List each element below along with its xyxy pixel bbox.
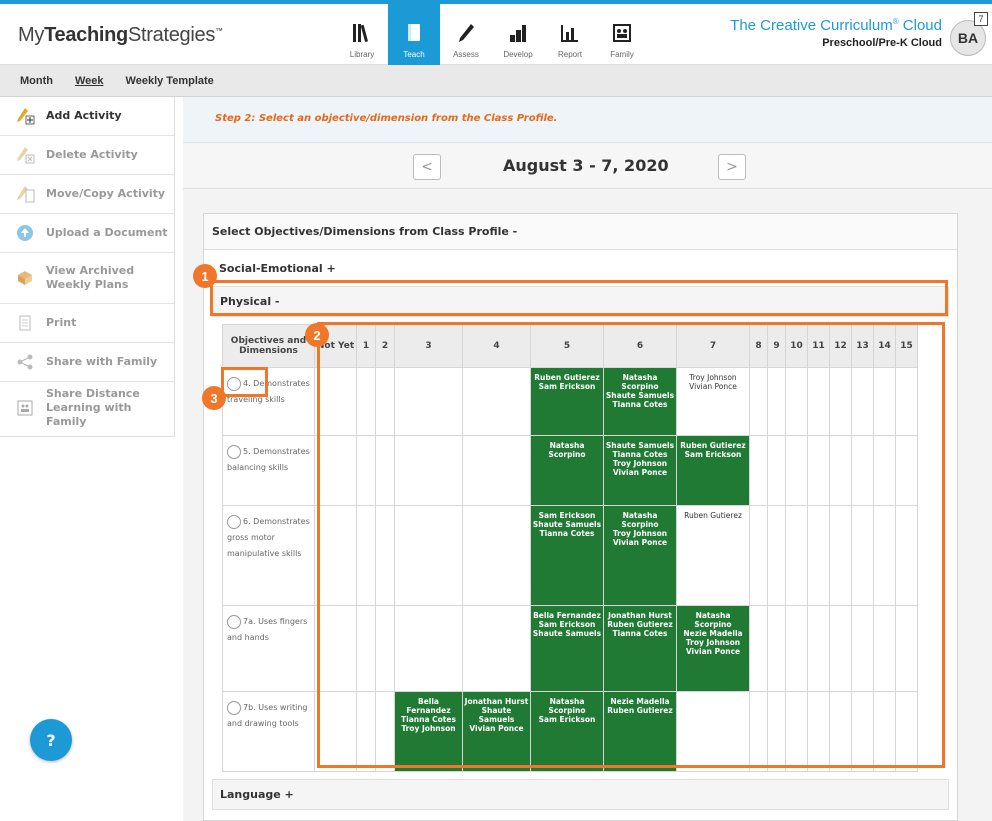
objective-cell[interactable]: 6. Demonstrates gross motor manipulative… — [222, 505, 315, 606]
nav-tab-assess[interactable]: Assess — [440, 4, 492, 65]
top-bar: MyTeachingStrategies™ Library Teach Asse… — [0, 0, 992, 65]
nav-label: Develop — [503, 50, 533, 59]
delete-activity-icon — [14, 144, 36, 166]
library-icon — [353, 24, 369, 42]
date-range: August 3 - 7, 2020 — [503, 156, 669, 175]
logo-tm: ™ — [215, 26, 223, 36]
nav-label: Teach — [403, 50, 425, 59]
tab-week[interactable]: Week — [75, 75, 104, 87]
callout-number-1: 1 — [193, 264, 217, 288]
step-text: Step 2: Select an objective/dimension fr… — [215, 113, 558, 124]
sidebar-item-distance-learning[interactable]: Share Distance Learning with Family — [0, 382, 174, 433]
callout-box-physical — [210, 280, 948, 316]
section-language[interactable]: Language + — [212, 779, 949, 810]
logo-prefix: My — [18, 24, 45, 46]
nav-label: Family — [610, 50, 634, 59]
next-week-button[interactable]: > — [718, 154, 746, 180]
objective-radio[interactable] — [227, 445, 241, 459]
sidebar-item-add-activity[interactable]: Add Activity — [0, 97, 174, 136]
family-icon — [613, 24, 631, 42]
brand: The Creative Curriculum® Cloud Preschool… — [730, 17, 942, 49]
panel-title: Select Objectives/Dimensions from Class … — [212, 225, 518, 238]
nav-tab-family[interactable]: Family — [596, 4, 648, 65]
nav-label: Library — [349, 50, 375, 59]
objective-cell[interactable]: 5. Demonstrates balancing skills — [222, 435, 315, 506]
section-social-emotional[interactable]: Social-Emotional + — [212, 253, 949, 283]
sidebar: Add Activity Delete Activity Move/Copy A… — [0, 97, 175, 437]
assess-icon — [459, 24, 474, 42]
section-label: Social-Emotional + — [219, 261, 336, 275]
nav-label: Report — [557, 50, 582, 59]
sidebar-item-label: Move/Copy Activity — [46, 187, 166, 200]
sidebar-item-label: Add Activity — [46, 109, 122, 122]
help-label: ? — [46, 730, 56, 750]
logo-bold: Teaching — [44, 24, 128, 46]
sidebar-item-archived-plans[interactable]: View Archived Weekly Plans — [0, 253, 174, 304]
sidebar-item-label: Share with Family — [46, 355, 158, 368]
brand-subtitle: Preschool/Pre-K Cloud — [822, 37, 942, 49]
sidebar-item-label: View Archived Weekly Plans — [46, 264, 135, 291]
prev-week-button[interactable]: < — [413, 154, 441, 180]
report-icon — [561, 25, 578, 42]
share-icon — [14, 351, 36, 373]
archive-icon — [14, 267, 36, 289]
main-nav: Library Teach Assess Develop Report Fami… — [336, 4, 648, 65]
objective-cell[interactable]: 7a. Uses fingers and hands — [222, 605, 315, 692]
brand-registered: ® — [892, 17, 899, 26]
chevron-right-icon: > — [726, 159, 738, 175]
teach-icon — [408, 24, 420, 41]
upload-icon — [14, 222, 36, 244]
sidebar-item-delete-activity[interactable]: Delete Activity — [0, 136, 174, 175]
nav-tab-report[interactable]: Report — [544, 4, 596, 65]
grid-header-objectives: Objectives and Dimensions — [222, 324, 315, 368]
brand-title: The Creative Curriculum® Cloud — [730, 17, 942, 34]
step-banner: Step 2: Select an objective/dimension fr… — [183, 97, 992, 143]
brand-cloud: Cloud — [902, 17, 942, 34]
objective-radio[interactable] — [227, 701, 241, 715]
nav-tab-teach[interactable]: Teach — [388, 4, 440, 65]
panel-header[interactable]: Select Objectives/Dimensions from Class … — [204, 214, 957, 250]
date-navigator: < August 3 - 7, 2020 > — [183, 143, 992, 189]
nav-tab-library[interactable]: Library — [336, 4, 388, 65]
sub-nav: Month Week Weekly Template — [0, 65, 992, 97]
sidebar-item-label: Delete Activity — [46, 148, 138, 161]
nav-label: Assess — [453, 50, 479, 59]
nav-tab-develop[interactable]: Develop — [492, 4, 544, 65]
sidebar-item-share-family[interactable]: Share with Family — [0, 343, 174, 382]
callout-number-2: 2 — [305, 323, 329, 347]
tab-weekly-template[interactable]: Weekly Template — [126, 75, 214, 87]
help-button[interactable]: ? — [30, 719, 72, 761]
chevron-left-icon: < — [421, 159, 433, 175]
sidebar-item-label: Print — [46, 316, 77, 329]
sidebar-item-label: Upload a Document — [46, 226, 168, 239]
tab-month[interactable]: Month — [20, 75, 53, 87]
logo-suffix: Strategies — [127, 24, 216, 46]
callout-label: 3 — [210, 390, 218, 406]
objective-radio[interactable] — [227, 515, 241, 529]
print-icon — [14, 312, 36, 334]
callout-number-3: 3 — [202, 386, 226, 410]
callout-box-radio — [221, 367, 268, 397]
callout-label: 2 — [313, 327, 321, 343]
callout-label: 1 — [201, 268, 209, 284]
move-copy-icon — [14, 183, 36, 205]
sidebar-item-label: Share Distance Learning with Family — [46, 386, 140, 428]
avatar-initials: BA — [957, 30, 979, 46]
sidebar-item-print[interactable]: Print — [0, 304, 174, 343]
distance-learning-icon — [14, 397, 36, 419]
add-activity-icon — [14, 105, 36, 127]
notification-badge[interactable]: 7 — [974, 12, 988, 26]
callout-box-grid — [317, 322, 945, 768]
objective-radio[interactable] — [227, 615, 241, 629]
sidebar-item-move-copy[interactable]: Move/Copy Activity — [0, 175, 174, 214]
develop-icon — [510, 25, 526, 42]
sidebar-item-upload[interactable]: Upload a Document — [0, 214, 174, 253]
objective-cell[interactable]: 7b. Uses writing and drawing tools — [222, 691, 315, 772]
section-label: Language + — [220, 788, 294, 801]
app-logo[interactable]: MyTeachingStrategies™ — [18, 24, 223, 47]
brand-title-text: The Creative Curriculum — [730, 17, 893, 34]
